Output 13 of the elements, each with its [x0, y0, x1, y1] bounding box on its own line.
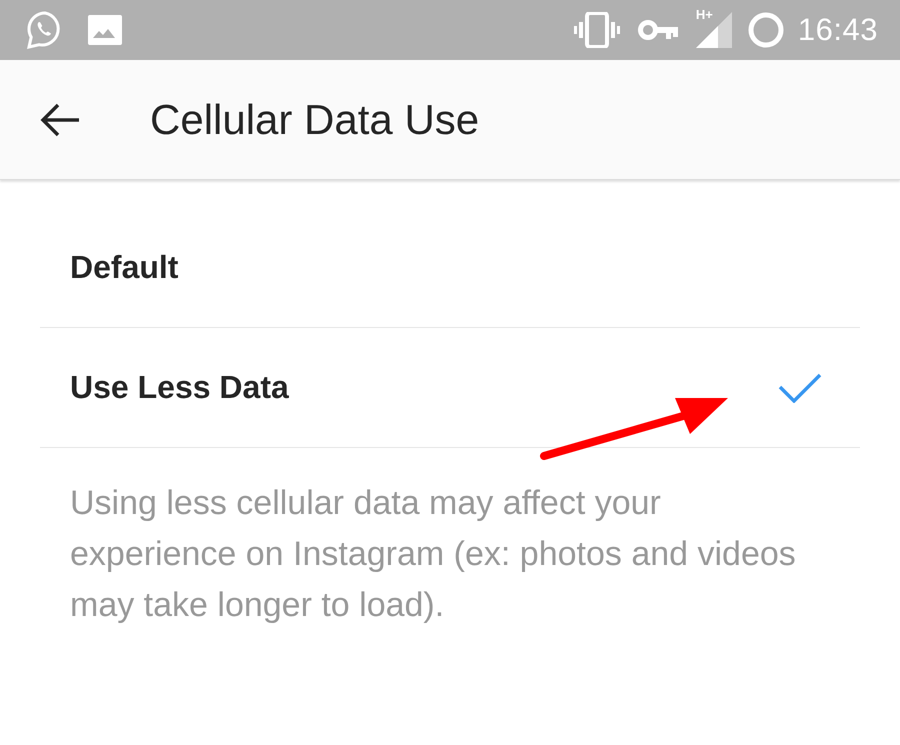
ring-icon: [748, 12, 784, 48]
key-icon: [638, 19, 678, 41]
option-row[interactable]: Default: [40, 208, 860, 328]
image-icon: [88, 15, 122, 45]
option-label: Default: [70, 249, 178, 286]
network-type-label: H+: [696, 8, 713, 21]
signal-icon: [696, 12, 732, 48]
screen-title: Cellular Data Use: [150, 96, 480, 144]
clock-time: 16:43: [798, 12, 878, 48]
description-text: Using less cellular data may affect your experience on Instagram (ex: photos and videos may take longer to load).: [70, 483, 797, 626]
back-arrow-icon: [40, 102, 80, 136]
vibrate-icon: [574, 12, 620, 48]
option-label: Use Less Data: [70, 369, 289, 406]
